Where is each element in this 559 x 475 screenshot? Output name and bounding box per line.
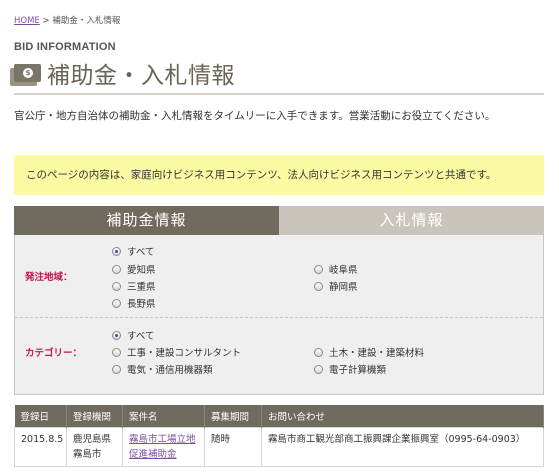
breadcrumb-home-link[interactable]: HOME	[14, 16, 40, 26]
radio-icon[interactable]	[314, 347, 323, 357]
radio-icon[interactable]	[112, 364, 121, 374]
cell-project: 霧島市工場立地 促進補助金	[122, 427, 205, 467]
option-label: 静岡県	[329, 282, 358, 293]
category-filter-label: カテゴリー：	[25, 348, 83, 359]
breadcrumb-separator: >	[42, 16, 50, 26]
option-label: 電子計算機類	[329, 365, 387, 376]
notice-banner: このページの内容は、家庭向けビジネス用コンテンツ、法人向けビジネス用コンテンツと…	[14, 155, 544, 195]
cell-org: 鹿児島県 霧島市	[66, 427, 123, 467]
column-header-period: 募集期間	[204, 405, 262, 428]
region-option-nagano[interactable]: 長野県	[112, 296, 156, 310]
option-label: 長野県	[127, 299, 156, 310]
option-label: 電気・通信用機器類	[127, 365, 213, 376]
tab-subsidy[interactable]: 補助金情報	[14, 206, 279, 235]
column-header-contact: お問い合わせ	[261, 405, 544, 428]
region-option-all[interactable]: すべて	[112, 244, 154, 258]
section-eyebrow: BID INFORMATION	[14, 41, 116, 53]
cell-period: 随時	[204, 427, 262, 467]
radio-checked-icon[interactable]	[112, 330, 121, 340]
category-option-construction-consulting[interactable]: 工事・建設コンサルタント	[112, 345, 241, 359]
cell-date: 2015.8.5	[14, 427, 67, 467]
page-title: 補助金・入札情報	[47, 63, 235, 89]
money-icon: $	[10, 64, 41, 86]
option-label: 三重県	[127, 282, 156, 293]
radio-icon[interactable]	[314, 364, 323, 374]
option-label: すべて	[127, 331, 155, 342]
page-title-row: $ 補助金・入札情報	[10, 58, 544, 89]
region-option-mie[interactable]: 三重県	[112, 279, 156, 293]
column-header-project: 案件名	[122, 405, 205, 428]
region-option-gifu[interactable]: 岐阜県	[314, 262, 358, 276]
radio-icon[interactable]	[314, 264, 323, 274]
project-link-line: 促進補助金	[129, 449, 177, 460]
results-table: 登録日 登録機関 案件名 募集期間 お問い合わせ 2015.8.5 鹿児島県 霧…	[14, 405, 544, 467]
org-line: 鹿児島県	[73, 434, 112, 445]
org-line: 霧島市	[73, 449, 102, 460]
radio-icon[interactable]	[112, 281, 121, 291]
column-header-date: 登録日	[14, 405, 67, 428]
tab-bid[interactable]: 入札情報	[279, 206, 544, 235]
region-option-shizuoka[interactable]: 静岡県	[314, 279, 358, 293]
title-divider	[14, 93, 544, 95]
cell-contact: 霧島市商工観光部商工振興課企業振興室（0995-64-0903）	[261, 427, 544, 467]
option-label: すべて	[127, 247, 155, 258]
breadcrumb-current: 補助金・入札情報	[52, 16, 121, 26]
option-label: 岐阜県	[329, 265, 358, 276]
category-option-civil-materials[interactable]: 土木・建設・建築材料	[314, 345, 424, 359]
radio-icon[interactable]	[112, 264, 121, 274]
category-option-computers[interactable]: 電子計算機類	[314, 362, 386, 376]
option-label: 工事・建設コンサルタント	[127, 348, 242, 359]
table-row: 2015.8.5 鹿児島県 霧島市 霧島市工場立地 促進補助金 随時 霧島市商工観…	[14, 427, 544, 467]
radio-checked-icon[interactable]	[112, 246, 121, 256]
project-link-line: 霧島市工場立地	[129, 434, 196, 445]
option-label: 愛知県	[127, 265, 156, 276]
radio-icon[interactable]	[112, 347, 121, 357]
info-tabs: 補助金情報 入札情報	[14, 206, 544, 235]
category-option-all[interactable]: すべて	[112, 328, 154, 342]
option-label: 土木・建設・建築材料	[329, 348, 425, 359]
filter-panel: 発注地域： すべて 愛知県 三重県 長野県 岐阜県 静岡県 カテゴリー： すべて…	[14, 235, 544, 395]
lead-text: 官公庁・地方自治体の補助金・入札情報をタイムリーに入手できます。営業活動にお役立…	[14, 110, 496, 122]
column-header-org: 登録機関	[66, 405, 123, 428]
table-header-row: 登録日 登録機関 案件名 募集期間 お問い合わせ	[14, 405, 544, 428]
breadcrumb: HOME > 補助金・入札情報	[14, 14, 120, 26]
radio-icon[interactable]	[112, 298, 121, 308]
radio-icon[interactable]	[314, 281, 323, 291]
category-option-electric-telecom[interactable]: 電気・通信用機器類	[112, 362, 213, 376]
project-link[interactable]: 霧島市工場立地 促進補助金	[129, 434, 196, 460]
filter-divider	[15, 317, 543, 318]
region-filter-label: 発注地域：	[25, 272, 73, 283]
region-option-aichi[interactable]: 愛知県	[112, 262, 156, 276]
